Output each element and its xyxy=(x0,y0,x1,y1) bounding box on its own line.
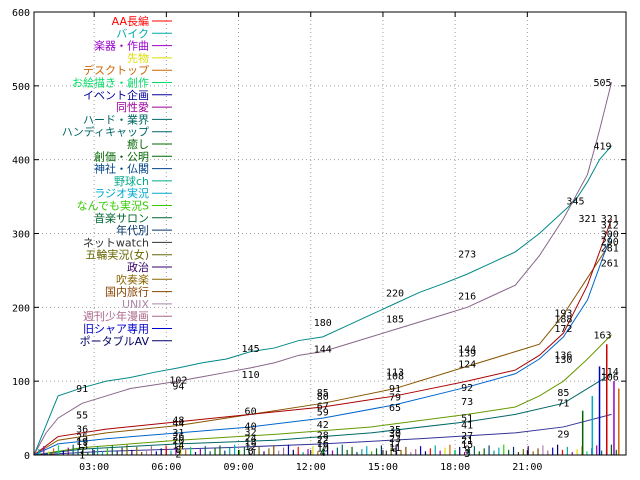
y-tick-label: 300 xyxy=(12,230,30,241)
y-tick-label: 100 xyxy=(12,377,30,388)
legend-label: UNIX xyxy=(122,298,150,311)
data-label: 106 xyxy=(601,373,619,384)
data-label: 163 xyxy=(593,331,611,342)
data-label: 85 xyxy=(557,388,569,399)
data-label: 29 xyxy=(557,430,569,441)
legend-label: 吹奏楽 xyxy=(116,273,149,286)
legend-label: バイク xyxy=(116,27,149,40)
legend-label: お絵描き・創作 xyxy=(72,76,149,90)
x-tick-label: 06:00 xyxy=(151,462,181,473)
legend-label: 同性愛 xyxy=(116,100,149,114)
data-label: 94 xyxy=(172,382,184,393)
legend-label: 創価・公明 xyxy=(94,149,149,163)
legend-label: ネットwatch xyxy=(83,236,149,249)
data-label: 130 xyxy=(554,355,572,366)
data-label: 281 xyxy=(601,244,619,255)
data-label: 108 xyxy=(386,371,404,382)
x-tick-label: 12:00 xyxy=(296,462,326,473)
x-tick-label: 21:00 xyxy=(512,462,542,473)
legend-label: 国内旅行 xyxy=(105,285,149,299)
x-tick-label: 09:00 xyxy=(223,462,253,473)
data-label: 172 xyxy=(554,324,572,335)
legend-label: 年代別 xyxy=(116,223,149,237)
legend-label: AA長編 xyxy=(112,14,149,28)
data-label: 220 xyxy=(386,289,404,300)
data-label: 345 xyxy=(566,196,584,207)
data-label: 216 xyxy=(458,292,476,303)
data-label: 4 xyxy=(320,448,326,459)
data-label: 273 xyxy=(458,249,476,260)
legend-label: 音楽サロン xyxy=(94,211,149,225)
x-tick-label: 18:00 xyxy=(440,462,470,473)
legend-label: ハード・業界 xyxy=(83,113,149,126)
x-tick-label: 03:00 xyxy=(79,462,109,473)
legend-label: 楽器・作曲 xyxy=(94,40,149,53)
data-label: 110 xyxy=(242,370,260,381)
data-label: 144 xyxy=(314,345,332,356)
y-tick-label: 0 xyxy=(24,451,30,462)
data-label: 139 xyxy=(458,348,476,359)
data-label: 73 xyxy=(461,397,473,408)
y-tick-label: 500 xyxy=(12,82,30,93)
legend-label: 先物 xyxy=(127,51,149,65)
data-label: 91 xyxy=(76,384,88,395)
data-label: 321 xyxy=(578,214,596,225)
data-label: 185 xyxy=(386,314,404,325)
legend-label: ラジオ実況 xyxy=(94,186,149,200)
data-label: 180 xyxy=(314,318,332,329)
line-chart: 0 100 200 300 400 500 600 03:00 06:00 09:00 12:00 1… xyxy=(0,0,640,480)
data-label: 124 xyxy=(458,359,476,370)
data-label: 505 xyxy=(593,78,611,89)
legend-label: 癒し xyxy=(127,137,149,151)
data-label: 419 xyxy=(593,142,611,153)
y-tick-label: 200 xyxy=(12,303,30,314)
y-tick-label: 400 xyxy=(12,156,30,167)
legend-label: 五輪実況(女) xyxy=(85,248,149,262)
data-label: 145 xyxy=(242,344,260,355)
data-label: 92 xyxy=(461,383,473,394)
data-label: 5 xyxy=(392,447,398,458)
data-label: 1 xyxy=(79,450,85,461)
data-label: 6 xyxy=(248,447,254,458)
x-tick-label: 15:00 xyxy=(368,462,398,473)
data-label: 65 xyxy=(389,403,401,414)
legend-label: なんでも実況S xyxy=(77,199,149,213)
legend-label: 週刊少年漫画 xyxy=(83,309,149,323)
legend-label: 旧シャア専用 xyxy=(83,323,149,336)
data-label: 71 xyxy=(557,399,569,410)
data-label: 55 xyxy=(76,410,88,421)
data-label: 60 xyxy=(245,407,257,418)
legend-label: 野球ch xyxy=(114,174,149,188)
legend-label: 政治 xyxy=(127,260,149,274)
data-label: 261 xyxy=(601,258,619,269)
legend-label: ポータブルAV xyxy=(80,334,150,348)
legend-label: ハンディキャップ xyxy=(62,125,149,139)
data-label: 59 xyxy=(317,407,329,418)
y-tick-label: 600 xyxy=(12,8,30,19)
legend-label: イベント企画 xyxy=(83,88,149,102)
data-label: 3 xyxy=(464,449,470,460)
legend-label: デスクトップ xyxy=(83,63,149,77)
legend-label: 神社・仏閣 xyxy=(94,162,149,176)
